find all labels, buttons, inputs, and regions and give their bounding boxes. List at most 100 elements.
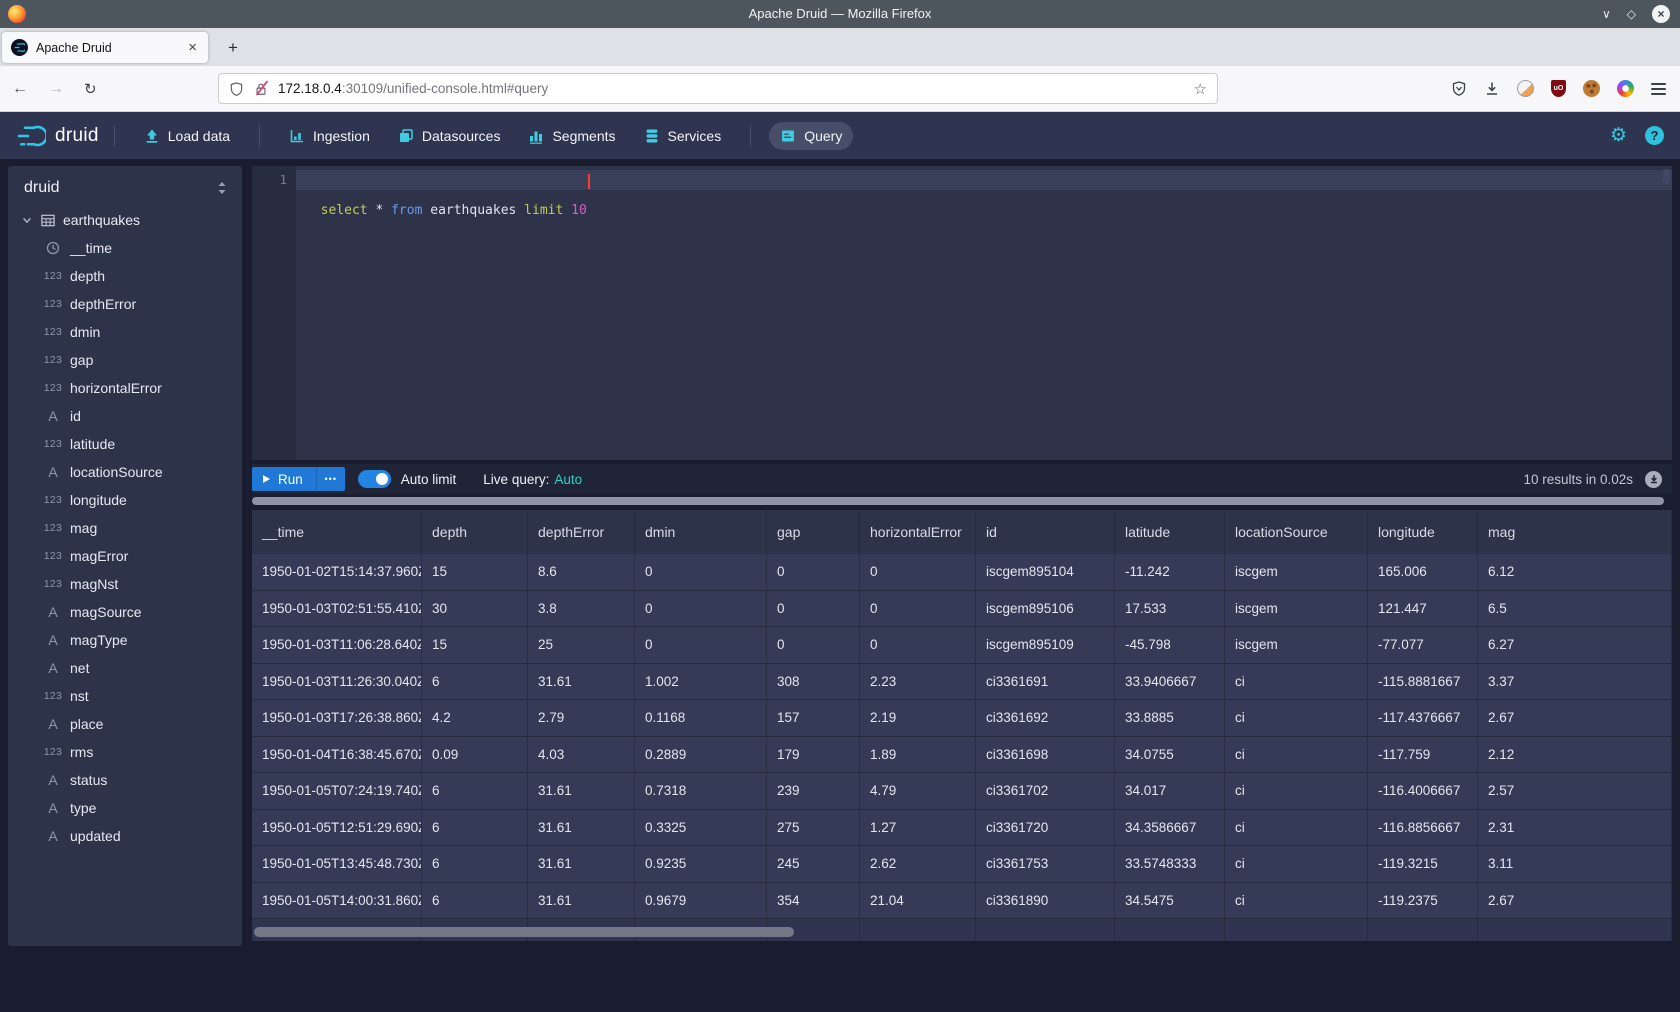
cell-mag[interactable]: 2.12 — [1478, 737, 1672, 773]
horizontal-scrollbar-thumb[interactable] — [254, 927, 794, 937]
cell-locationSource[interactable]: iscgem — [1225, 591, 1368, 627]
cell-depth[interactable]: 15 — [422, 554, 528, 590]
column-header[interactable]: __time — [252, 510, 422, 554]
cell-dmin[interactable]: 0 — [635, 627, 767, 663]
chevron-down-icon[interactable] — [21, 214, 33, 226]
cell-dmin[interactable]: 0 — [635, 591, 767, 627]
cell-id[interactable]: ci3361698 — [976, 737, 1115, 773]
schema-column-item[interactable]: 123 A depthError — [8, 290, 242, 318]
column-header[interactable]: mag — [1478, 510, 1672, 554]
run-more-button[interactable]: ••• — [316, 467, 345, 491]
cell-horizontalError[interactable]: 0 — [860, 591, 976, 627]
cell-id[interactable]: ci3361890 — [976, 883, 1115, 919]
download-results-button[interactable] — [1645, 471, 1662, 488]
schema-column-item[interactable]: 123 A __time — [8, 234, 242, 262]
run-button[interactable]: Run — [252, 467, 316, 491]
cell-depthError[interactable]: 3.8 — [528, 591, 635, 627]
color-wheel-extension-icon[interactable] — [1617, 80, 1634, 97]
window-maximize-icon[interactable]: ◇ — [1627, 7, 1636, 21]
column-header[interactable]: id — [976, 510, 1115, 554]
cell-locationSource[interactable]: ci — [1225, 700, 1368, 736]
cell-dmin[interactable]: 0.9235 — [635, 846, 767, 882]
cell-depthError[interactable]: 31.61 — [528, 773, 635, 809]
cell-depthError[interactable]: 4.03 — [528, 737, 635, 773]
cell-depthError[interactable]: 31.61 — [528, 664, 635, 700]
cell-locationSource[interactable]: iscgem — [1225, 554, 1368, 590]
schema-column-item[interactable]: 123 A magNst — [8, 570, 242, 598]
cell-time[interactable]: 1950-01-05T14:00:31.860Z — [252, 883, 422, 919]
cell-longitude[interactable]: -115.8881667 — [1368, 664, 1478, 700]
cell-horizontalError[interactable]: 2.23 — [860, 664, 976, 700]
menu-icon[interactable] — [1651, 83, 1666, 95]
cookie-icon[interactable] — [1583, 80, 1600, 97]
cell-latitude[interactable]: -45.798 — [1115, 627, 1225, 663]
extension-icon[interactable] — [1517, 80, 1534, 97]
tree-item-earthquakes[interactable]: earthquakes — [8, 206, 242, 234]
insecure-lock-icon[interactable] — [254, 81, 268, 97]
nav-item-datasources[interactable]: Datasources — [387, 122, 512, 150]
cell-id[interactable]: ci3361692 — [976, 700, 1115, 736]
cell-locationSource[interactable]: iscgem — [1225, 627, 1368, 663]
ublock-icon[interactable]: uO — [1551, 80, 1566, 97]
nav-item-query[interactable]: Query — [769, 122, 853, 150]
cell-longitude[interactable]: -116.8856667 — [1368, 810, 1478, 846]
cell-depth[interactable]: 6 — [422, 846, 528, 882]
cell-depth[interactable]: 4.2 — [422, 700, 528, 736]
cell-latitude[interactable]: 34.017 — [1115, 773, 1225, 809]
cell-depth[interactable]: 6 — [422, 664, 528, 700]
cell-depth[interactable]: 6 — [422, 810, 528, 846]
column-header[interactable]: locationSource — [1225, 510, 1368, 554]
cell-dmin[interactable]: 1.002 — [635, 664, 767, 700]
pocket-shield-icon[interactable] — [1451, 80, 1467, 97]
cell-id[interactable]: iscgem895104 — [976, 554, 1115, 590]
schema-column-item[interactable]: 123 A magError — [8, 542, 242, 570]
cell-horizontalError[interactable]: 2.19 — [860, 700, 976, 736]
cell-longitude[interactable]: -116.4006667 — [1368, 773, 1478, 809]
cell-locationSource[interactable]: ci — [1225, 664, 1368, 700]
schema-column-item[interactable]: 123 A horizontalError — [8, 374, 242, 402]
forward-icon[interactable]: → — [48, 80, 64, 98]
schema-column-item[interactable]: 123 A latitude — [8, 430, 242, 458]
cell-time[interactable]: 1950-01-04T16:38:45.670Z — [252, 737, 422, 773]
cell-time[interactable]: 1950-01-03T11:06:28.640Z — [252, 627, 422, 663]
cell-longitude[interactable]: -117.4376667 — [1368, 700, 1478, 736]
cell-dmin[interactable]: 0.9679 — [635, 883, 767, 919]
cell-horizontalError[interactable]: 2.62 — [860, 846, 976, 882]
cell-depth[interactable]: 0.09 — [422, 737, 528, 773]
cell-latitude[interactable]: 33.8885 — [1115, 700, 1225, 736]
schema-column-item[interactable]: 123 A gap — [8, 346, 242, 374]
downloads-icon[interactable] — [1484, 80, 1500, 97]
cell-mag[interactable]: 2.67 — [1478, 700, 1672, 736]
cell-time[interactable]: 1950-01-03T02:51:55.410Z — [252, 591, 422, 627]
cell-locationSource[interactable]: ci — [1225, 773, 1368, 809]
schema-column-item[interactable]: 123 A dmin — [8, 318, 242, 346]
cell-dmin[interactable]: 0.2889 — [635, 737, 767, 773]
cell-dmin[interactable]: 0.1168 — [635, 700, 767, 736]
schema-column-item[interactable]: 123 A depth — [8, 262, 242, 290]
schema-column-item[interactable]: 123 A id — [8, 402, 242, 430]
cell-dmin[interactable]: 0.3325 — [635, 810, 767, 846]
cell-gap[interactable]: 245 — [767, 846, 860, 882]
schema-column-item[interactable]: 123 A net — [8, 654, 242, 682]
tracking-shield-icon[interactable] — [229, 81, 244, 97]
cell-longitude[interactable]: 121.447 — [1368, 591, 1478, 627]
live-query-value[interactable]: Auto — [554, 472, 582, 487]
cell-depth[interactable]: 6 — [422, 883, 528, 919]
schema-column-item[interactable]: 123 A locationSource — [8, 458, 242, 486]
nav-item-segments[interactable]: Segments — [517, 122, 626, 150]
cell-gap[interactable]: 157 — [767, 700, 860, 736]
cell-locationSource[interactable]: ci — [1225, 737, 1368, 773]
cell-mag[interactable]: 2.67 — [1478, 883, 1672, 919]
editor-scrollbar-thumb[interactable] — [1663, 169, 1670, 184]
cell-time[interactable]: 1950-01-05T07:24:19.740Z — [252, 773, 422, 809]
column-header[interactable]: latitude — [1115, 510, 1225, 554]
settings-gear-icon[interactable]: ⚙ — [1610, 124, 1627, 147]
help-icon[interactable]: ? — [1645, 126, 1664, 145]
cell-depthError[interactable]: 31.61 — [528, 883, 635, 919]
cell-time[interactable]: 1950-01-05T12:51:29.690Z — [252, 810, 422, 846]
cell-locationSource[interactable]: ci — [1225, 883, 1368, 919]
nav-item-services[interactable]: Services — [633, 122, 733, 150]
cell-time[interactable]: 1950-01-05T13:45:48.730Z — [252, 846, 422, 882]
cell-latitude[interactable]: 33.5748333 — [1115, 846, 1225, 882]
schema-column-item[interactable]: 123 A nst — [8, 682, 242, 710]
